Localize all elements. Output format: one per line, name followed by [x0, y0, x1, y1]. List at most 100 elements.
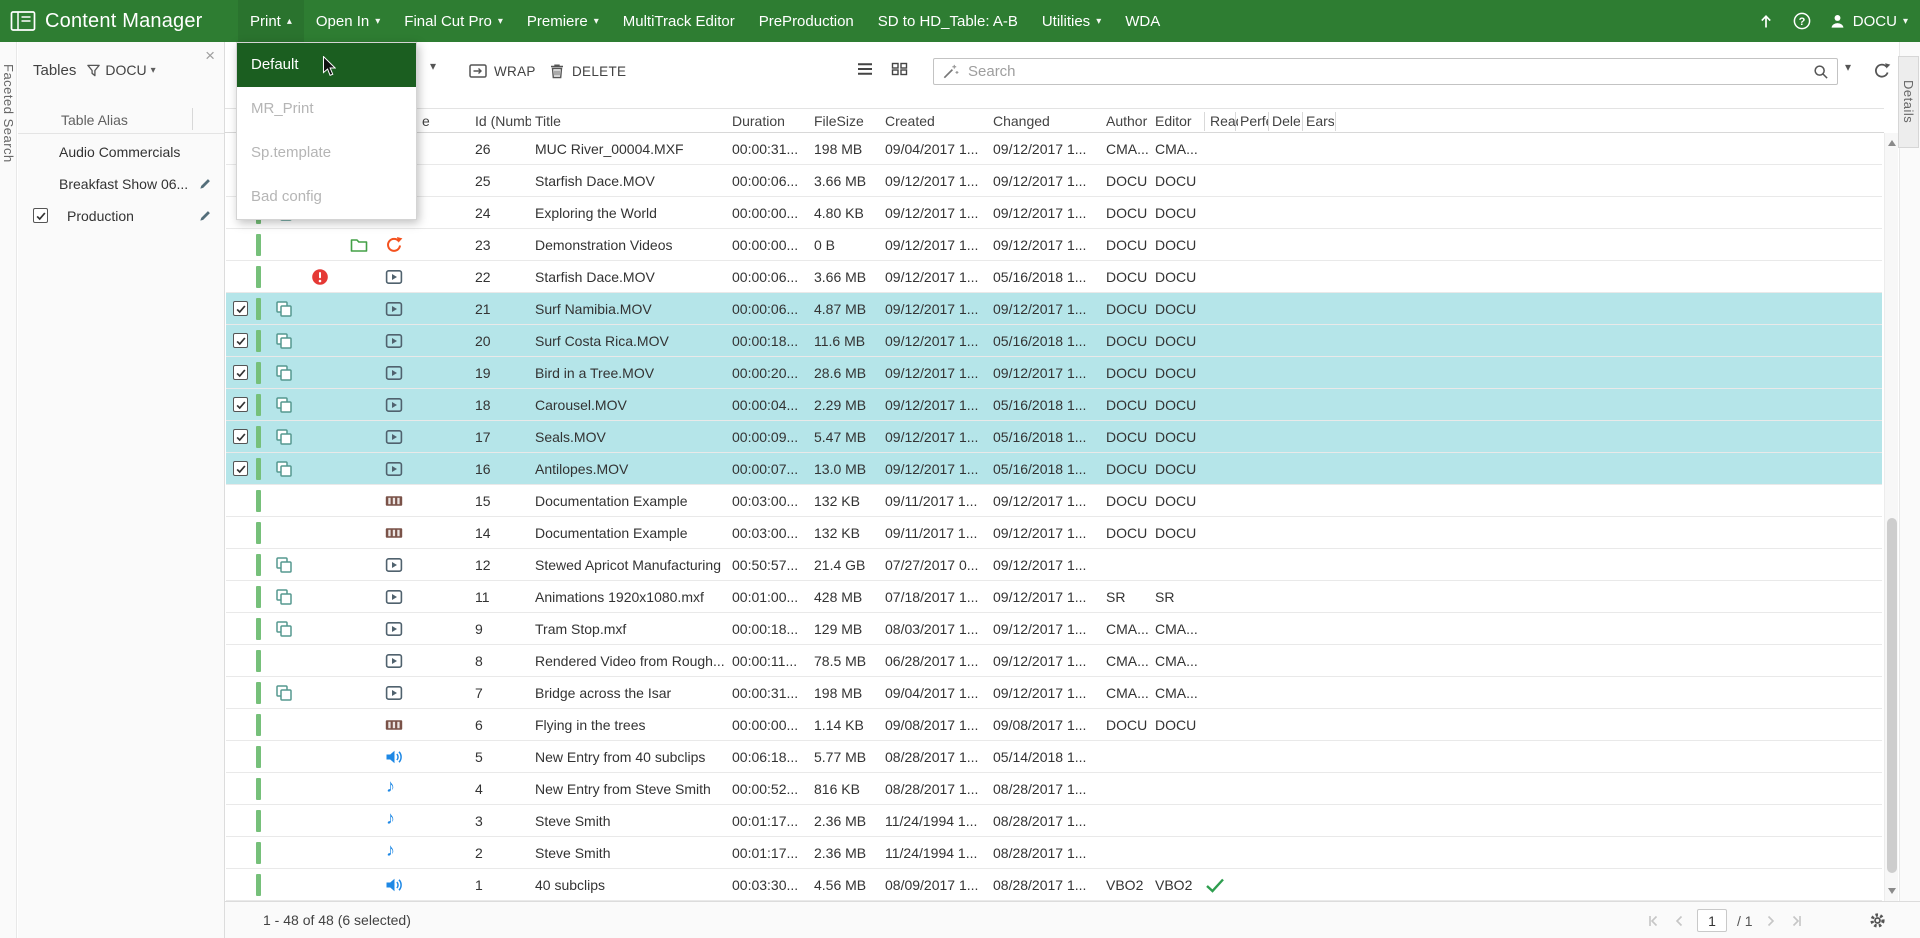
print-menu-item-bad-config[interactable]: Bad config	[237, 175, 416, 219]
column-header-partial[interactable]: e	[422, 109, 462, 133]
cell-editor	[1155, 741, 1210, 773]
table-row[interactable]: ♪4New Entry from Steve Smith00:00:52...8…	[226, 773, 1882, 805]
upload-icon[interactable]	[1756, 11, 1776, 31]
table-row[interactable]: 17Seals.MOV00:00:09...5.47 MB09/12/2017 …	[226, 421, 1882, 453]
table-row[interactable]: 7Bridge across the Isar00:00:31...198 MB…	[226, 677, 1882, 709]
table-row[interactable]: 14Documentation Example00:03:00...132 KB…	[226, 517, 1882, 549]
edit-pen-icon[interactable]	[198, 208, 213, 228]
settings-gear-icon[interactable]	[1868, 911, 1887, 935]
column-header-changed[interactable]: Changed	[993, 109, 1093, 133]
wrap-button[interactable]: WRAP	[468, 57, 536, 85]
row-checkbox[interactable]	[233, 429, 248, 444]
column-header-author[interactable]: Author	[1106, 109, 1152, 133]
page-number-input[interactable]	[1697, 909, 1727, 932]
column-header-ears[interactable]: Ears	[1306, 109, 1334, 133]
column-header-title[interactable]: Title	[535, 109, 685, 133]
column-header-created[interactable]: Created	[885, 109, 985, 133]
table-row[interactable]: ♪2Steve Smith00:01:17...2.36 MB11/24/199…	[226, 837, 1882, 869]
faceted-search-tab[interactable]: Faceted Search	[0, 42, 17, 938]
sidebar-item-breakfast-show-06-[interactable]: Breakfast Show 06...	[18, 168, 224, 200]
help-icon[interactable]: ?	[1792, 11, 1812, 31]
table-row[interactable]: 25Starfish Dace.MOV00:00:06...3.66 MB09/…	[226, 165, 1882, 197]
nav-utilities[interactable]: Utilities▾	[1030, 0, 1113, 42]
table-row[interactable]: 11Animations 1920x1080.mxf00:01:00...428…	[226, 581, 1882, 613]
list-view-icon[interactable]	[856, 62, 874, 81]
table-row[interactable]: 18Carousel.MOV00:00:04...2.29 MB09/12/20…	[226, 389, 1882, 421]
search-type-dropdown[interactable]: ▾	[1845, 60, 1851, 74]
cell-created: 09/12/2017 1...	[885, 357, 991, 389]
table-row[interactable]: 26MUC River_00004.MXF00:00:31...198 MB09…	[226, 133, 1882, 165]
nav-open-in[interactable]: Open In▾	[304, 0, 392, 42]
column-header-duration[interactable]: Duration	[732, 109, 807, 133]
table-row[interactable]: ♪3Steve Smith00:01:17...2.36 MB11/24/199…	[226, 805, 1882, 837]
cell-author	[1106, 741, 1152, 773]
column-header-id[interactable]: Id (Numb	[475, 109, 531, 133]
cell-id: 24	[475, 197, 527, 229]
table-row[interactable]: 19Bird in a Tree.MOV00:00:20...28.6 MB09…	[226, 357, 1882, 389]
search-input[interactable]	[960, 63, 1812, 80]
toolbar-dropdown-chevron[interactable]: ▾	[430, 59, 436, 73]
print-menu-item-mr-print[interactable]: MR_Print	[237, 87, 416, 131]
cell-editor: DOCU	[1155, 261, 1210, 293]
table-row[interactable]: 24Exploring the World00:00:00...4.80 KB0…	[226, 197, 1882, 229]
table-row[interactable]: 22Starfish Dace.MOV00:00:06...3.66 MB09/…	[226, 261, 1882, 293]
table-row[interactable]: 16Antilopes.MOV00:00:07...13.0 MB09/12/2…	[226, 453, 1882, 485]
table-row[interactable]: 8Rendered Video from Rough...00:00:11...…	[226, 645, 1882, 677]
row-checkbox[interactable]	[233, 301, 248, 316]
search-icon[interactable]	[1812, 63, 1830, 81]
grid-view-icon[interactable]	[891, 62, 909, 81]
table-row[interactable]: 6Flying in the trees00:00:00...1.14 KB09…	[226, 709, 1882, 741]
previous-page-button[interactable]	[1671, 913, 1687, 929]
table-row[interactable]: 12Stewed Apricot Manufacturing00:50:57..…	[226, 549, 1882, 581]
column-header-read[interactable]: Read	[1210, 109, 1238, 133]
cell-editor: DOCU	[1155, 165, 1210, 197]
sidebar-item-audio-commercials[interactable]: Audio Commercials	[18, 136, 224, 168]
row-checkbox[interactable]	[233, 333, 248, 348]
scroll-up-arrow[interactable]	[1888, 140, 1896, 146]
details-tab[interactable]: Details	[1898, 56, 1919, 148]
nav-sd-to-hd-table-a-b[interactable]: SD to HD_Table: A-B	[866, 0, 1030, 42]
subclip-copy-icon	[274, 459, 294, 479]
cell-title: Stewed Apricot Manufacturing	[535, 549, 729, 581]
table-row[interactable]: 20Surf Costa Rica.MOV00:00:18...11.6 MB0…	[226, 325, 1882, 357]
user-menu[interactable]: DOCU ▾	[1828, 12, 1908, 31]
nav-multitrack-editor[interactable]: MultiTrack Editor	[611, 0, 747, 42]
edit-pen-icon[interactable]	[198, 176, 213, 196]
cell-duration: 00:03:30...	[732, 869, 810, 901]
sidebar-item-production[interactable]: Production	[18, 200, 224, 232]
refresh-icon[interactable]	[1872, 61, 1892, 86]
table-row[interactable]: 23Demonstration Videos00:00:00...0 B09/1…	[226, 229, 1882, 261]
row-checkbox[interactable]	[233, 365, 248, 380]
next-page-button[interactable]	[1763, 913, 1779, 929]
scroll-down-arrow[interactable]	[1888, 888, 1896, 894]
print-menu-item-default[interactable]: Default	[237, 43, 416, 87]
cell-duration: 00:00:18...	[732, 613, 810, 645]
column-header-perfe[interactable]: Perfe	[1240, 109, 1268, 133]
table-row[interactable]: 21Surf Namibia.MOV00:00:06...4.87 MB09/1…	[226, 293, 1882, 325]
column-header-delet[interactable]: Delet	[1272, 109, 1300, 133]
table-row[interactable]: 15Documentation Example00:03:00...132 KB…	[226, 485, 1882, 517]
row-checkbox[interactable]	[233, 461, 248, 476]
nav-wda[interactable]: WDA	[1113, 0, 1172, 42]
print-menu-item-sp-template[interactable]: Sp.template	[237, 131, 416, 175]
row-checkbox[interactable]	[233, 397, 248, 412]
nav-premiere[interactable]: Premiere▾	[515, 0, 611, 42]
vertical-scrollbar[interactable]	[1884, 133, 1898, 901]
nav-final-cut-pro[interactable]: Final Cut Pro▾	[392, 0, 515, 42]
table-alias-column-header[interactable]: Table Alias	[61, 112, 128, 128]
table-row[interactable]: 5New Entry from 40 subclips00:06:18...5.…	[226, 741, 1882, 773]
table-row[interactable]: 140 subclips00:03:30...4.56 MB08/09/2017…	[226, 869, 1882, 901]
column-header-filesize[interactable]: FileSize	[814, 109, 880, 133]
nav-print[interactable]: Print▴	[238, 0, 304, 42]
table-filter-dropdown[interactable]: DOCU ▾	[86, 62, 155, 78]
close-icon[interactable]: ×	[205, 46, 215, 66]
first-page-button[interactable]	[1645, 913, 1661, 929]
music-note-icon: ♪	[386, 808, 395, 829]
delete-button[interactable]: DELETE	[548, 57, 626, 85]
scrollbar-thumb[interactable]	[1887, 518, 1897, 873]
table-row[interactable]: 9Tram Stop.mxf00:00:18...129 MB08/03/201…	[226, 613, 1882, 645]
last-page-button[interactable]	[1789, 913, 1805, 929]
column-header-editor[interactable]: Editor	[1155, 109, 1201, 133]
row-checkbox[interactable]	[33, 208, 48, 223]
nav-preproduction[interactable]: PreProduction	[747, 0, 866, 42]
